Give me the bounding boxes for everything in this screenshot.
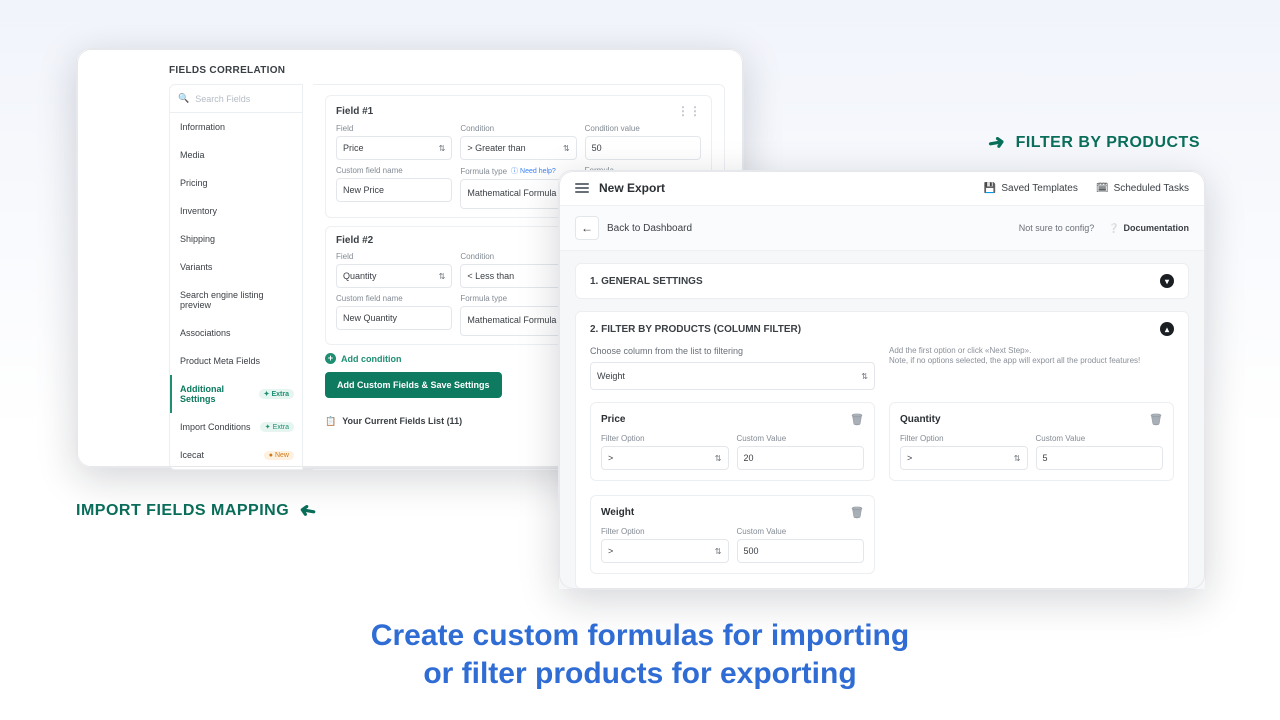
page-title: New Export bbox=[599, 181, 665, 195]
saved-templates-link[interactable]: 💾Saved Templates bbox=[984, 183, 1078, 194]
save-button[interactable]: Add Custom Fields & Save Settings bbox=[325, 372, 502, 398]
chevron-icon: ⇅ bbox=[439, 144, 446, 153]
current-fields-link[interactable]: 📋Your Current Fields List (11) bbox=[325, 416, 462, 427]
back-label[interactable]: Back to Dashboard bbox=[607, 223, 692, 234]
condition-value-input[interactable]: 50 bbox=[585, 136, 701, 160]
note-text: Add the first option or click «Next Step… bbox=[889, 346, 1174, 367]
sidebar-item-import-cond[interactable]: Import Conditions✦ Extra bbox=[170, 413, 302, 441]
custom-value-input[interactable]: 500 bbox=[737, 539, 865, 563]
arrow-icon: ➜ bbox=[986, 129, 1007, 157]
sidebar-item-seo[interactable]: Search engine listing preview bbox=[170, 281, 302, 319]
section-filter-toggle[interactable]: 2. FILTER BY PRODUCTS (COLUMN FILTER)▴ bbox=[576, 312, 1188, 346]
field-select[interactable]: Quantity⇅ bbox=[336, 264, 452, 288]
trash-icon[interactable]: 🗑 bbox=[850, 506, 864, 519]
back-button[interactable]: ← bbox=[575, 216, 599, 240]
badge-extra: ✦ Extra bbox=[260, 422, 294, 432]
sidebar-item-icecat[interactable]: Icecat● New bbox=[170, 441, 302, 469]
field-title: Field #1 bbox=[336, 106, 373, 117]
headline: Create custom formulas for importing or … bbox=[0, 617, 1280, 692]
custom-name-input[interactable]: New Quantity bbox=[336, 306, 452, 330]
sidebar-item-meta[interactable]: Product Meta Fields bbox=[170, 347, 302, 375]
chevron-icon: ⇅ bbox=[439, 272, 446, 281]
filter-option-select[interactable]: >⇅ bbox=[601, 539, 729, 563]
field-select[interactable]: Price⇅ bbox=[336, 136, 452, 160]
chevron-icon: ⇅ bbox=[715, 547, 722, 556]
chevron-icon: ⇅ bbox=[563, 144, 570, 153]
search-input[interactable]: 🔍 Search Fields bbox=[170, 85, 302, 113]
chevron-up-icon: ▴ bbox=[1160, 322, 1174, 336]
documentation-link[interactable]: ❔Documentation bbox=[1108, 223, 1189, 234]
chevron-down-icon: ▾ bbox=[1160, 274, 1174, 288]
annotation-filter: FILTER BY PRODUCTS ➜ bbox=[988, 130, 1200, 155]
trash-icon[interactable]: 🗑 bbox=[850, 413, 864, 426]
not-sure-text: Not sure to config? bbox=[1019, 223, 1095, 233]
trash-icon[interactable]: 🗑 bbox=[1149, 413, 1163, 426]
field-title: Field #2 bbox=[336, 235, 373, 246]
filter-card-price: Price🗑 Filter Option>⇅ Custom Value20 bbox=[590, 402, 875, 481]
list-icon: 📋 bbox=[325, 416, 336, 427]
condition-select[interactable]: > Greater than⇅ bbox=[460, 136, 576, 160]
section-general[interactable]: 1. GENERAL SETTINGS▾ bbox=[575, 263, 1189, 299]
custom-name-input[interactable]: New Price bbox=[336, 178, 452, 202]
question-icon: ❔ bbox=[1108, 223, 1119, 234]
sidebar-item-pricing[interactable]: Pricing bbox=[170, 169, 302, 197]
arrow-icon: ➜ bbox=[297, 497, 318, 525]
scheduled-tasks-link[interactable]: 🗓Scheduled Tasks bbox=[1096, 183, 1189, 194]
chevron-icon: ⇅ bbox=[861, 372, 868, 381]
filter-option-select[interactable]: >⇅ bbox=[601, 446, 729, 470]
search-placeholder: Search Fields bbox=[195, 94, 250, 104]
chevron-icon: ⇅ bbox=[715, 454, 722, 463]
chevron-icon: ⇅ bbox=[1014, 454, 1021, 463]
sidebar-item-variants[interactable]: Variants bbox=[170, 253, 302, 281]
calendar-icon: 🗓 bbox=[1096, 183, 1109, 194]
sidebar: 🔍 Search Fields Information Media Pricin… bbox=[169, 84, 303, 470]
custom-value-input[interactable]: 20 bbox=[737, 446, 865, 470]
save-icon: 💾 bbox=[984, 183, 996, 194]
drag-icon[interactable]: ⋮⋮ bbox=[677, 104, 701, 118]
badge-new: ● New bbox=[264, 451, 294, 460]
filter-option-select[interactable]: >⇅ bbox=[900, 446, 1028, 470]
plus-icon: + bbox=[325, 353, 336, 364]
filter-card-quantity: Quantity🗑 Filter Option>⇅ Custom Value5 bbox=[889, 402, 1174, 481]
sidebar-item-associations[interactable]: Associations bbox=[170, 319, 302, 347]
annotation-filter-text: FILTER BY PRODUCTS bbox=[1016, 134, 1200, 152]
sidebar-item-information[interactable]: Information bbox=[170, 113, 302, 141]
panel-title: FIELDS CORRELATION bbox=[77, 49, 743, 84]
sidebar-item-inventory[interactable]: Inventory bbox=[170, 197, 302, 225]
help-link[interactable]: ⓘ Need help? bbox=[511, 166, 556, 176]
badge-extra: ✦ Extra bbox=[259, 389, 294, 399]
sidebar-item-additional[interactable]: Additional Settings✦ Extra bbox=[170, 375, 302, 413]
custom-value-input[interactable]: 5 bbox=[1036, 446, 1164, 470]
filter-card-weight: Weight🗑 Filter Option>⇅ Custom Value500 bbox=[590, 495, 875, 574]
section-filter: 2. FILTER BY PRODUCTS (COLUMN FILTER)▴ C… bbox=[575, 311, 1189, 589]
annotation-import: IMPORT FIELDS MAPPING ➜ bbox=[76, 498, 316, 523]
choose-label: Choose column from the list to filtering bbox=[590, 346, 875, 356]
search-icon: 🔍 bbox=[178, 93, 189, 104]
column-select[interactable]: Weight⇅ bbox=[590, 362, 875, 390]
annotation-import-text: IMPORT FIELDS MAPPING bbox=[76, 502, 289, 520]
menu-icon[interactable] bbox=[575, 183, 589, 193]
sidebar-item-media[interactable]: Media bbox=[170, 141, 302, 169]
export-panel: New Export 💾Saved Templates 🗓Scheduled T… bbox=[558, 170, 1206, 590]
sidebar-item-shipping[interactable]: Shipping bbox=[170, 225, 302, 253]
arrow-left-icon: ← bbox=[581, 221, 593, 235]
